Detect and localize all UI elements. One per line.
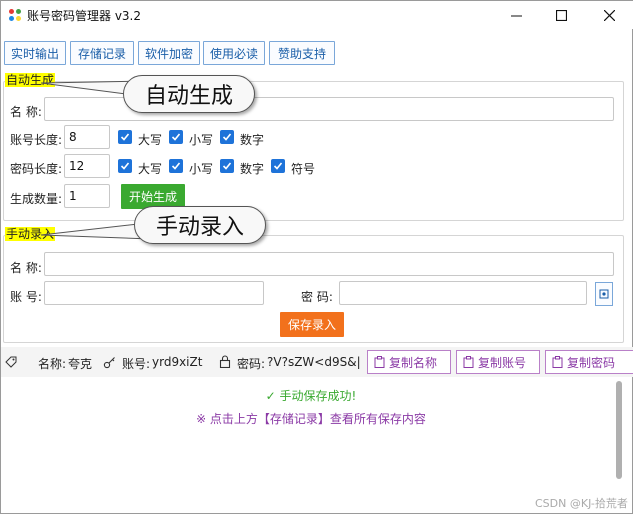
save-entry-button[interactable]: 保存录入 <box>280 312 344 337</box>
result-password-label: 密码: <box>237 357 266 371</box>
maximize-icon <box>555 9 567 21</box>
generate-count-input[interactable]: 1 <box>64 184 110 208</box>
app-window: 账号密码管理器 v3.2 实时输出 存储记录 软件加密 使用必读 赞助支持 自动… <box>0 0 633 514</box>
manual-account-label: 账 号: <box>10 290 42 304</box>
title-bar: 账号密码管理器 v3.2 <box>1 1 633 29</box>
tag-icon <box>5 356 17 368</box>
storage-records-button[interactable]: 存储记录 <box>70 41 134 65</box>
check-icon <box>120 133 130 141</box>
account-digit-checkbox[interactable] <box>220 130 234 144</box>
check-icon <box>171 133 181 141</box>
eye-icon <box>599 289 609 299</box>
show-password-button[interactable] <box>595 282 613 306</box>
auto-name-label: 名 称: <box>10 105 42 119</box>
sponsor-button[interactable]: 赞助支持 <box>269 41 335 65</box>
close-button[interactable] <box>586 3 632 27</box>
result-name-value: 夸克 <box>68 357 93 371</box>
result-password-value: ?V?sZW<d9S&| <box>267 355 361 369</box>
account-lower-checkbox[interactable] <box>169 130 183 144</box>
result-row: 名称: 夸克 账号: yrd9xiZt 密码: ?V?sZW<d9S&| 复制名… <box>1 347 633 377</box>
generate-count-label: 生成数量: <box>10 192 63 206</box>
password-lower-checkbox[interactable] <box>169 159 183 173</box>
account-digit-label: 数字 <box>240 133 265 147</box>
lock-icon <box>219 355 231 368</box>
copy-name-button[interactable]: 复制名称 <box>367 350 451 374</box>
account-upper-checkbox[interactable] <box>118 130 132 144</box>
minimize-icon <box>510 15 522 16</box>
scrollbar-thumb[interactable] <box>616 381 622 479</box>
manual-name-label: 名 称: <box>10 261 42 275</box>
manual-entry-callout: 手动录入 <box>134 206 266 244</box>
save-success-message: ✓ 手动保存成功! <box>1 387 621 404</box>
realtime-output-button[interactable]: 实时输出 <box>4 41 66 65</box>
copy-name-label: 复制名称 <box>389 355 438 370</box>
check-icon <box>171 162 181 170</box>
copy-password-button[interactable]: 复制密码 <box>545 350 633 374</box>
check-icon <box>222 133 232 141</box>
save-success-text: 手动保存成功! <box>279 389 357 403</box>
account-upper-label: 大写 <box>138 133 163 147</box>
clipboard-icon <box>552 356 563 368</box>
manual-password-input[interactable] <box>339 281 587 305</box>
manual-name-input[interactable] <box>44 252 614 276</box>
clipboard-icon <box>374 356 385 368</box>
result-name-label: 名称: <box>38 357 67 371</box>
account-lower-label: 小写 <box>189 133 214 147</box>
manual-password-label: 密 码: <box>301 290 333 304</box>
watermark: CSDN @KJ-拾荒者 <box>535 497 628 510</box>
account-length-label: 账号长度: <box>10 133 63 147</box>
result-account-label: 账号: <box>122 357 151 371</box>
account-length-input[interactable]: 8 <box>64 125 110 149</box>
window-title: 账号密码管理器 v3.2 <box>27 9 142 23</box>
software-encrypt-button[interactable]: 软件加密 <box>138 41 200 65</box>
clipboard-icon <box>463 356 474 368</box>
password-symbol-label: 符号 <box>291 162 316 176</box>
storage-tip-message: ※ 点击上方【存储记录】查看所有保存内容 <box>196 412 426 426</box>
manual-account-input[interactable] <box>44 281 264 305</box>
check-icon <box>273 162 283 170</box>
app-logo-icon <box>9 9 23 23</box>
output-scrollbar[interactable] <box>614 377 624 487</box>
check-icon <box>222 162 232 170</box>
minimize-button[interactable] <box>493 3 539 27</box>
password-length-input[interactable]: 12 <box>64 154 110 178</box>
password-lower-label: 小写 <box>189 162 214 176</box>
key-icon <box>103 357 115 369</box>
password-digit-label: 数字 <box>240 162 265 176</box>
check-icon <box>120 162 130 170</box>
copy-account-label: 复制账号 <box>478 355 527 370</box>
auto-generate-callout: 自动生成 <box>123 75 255 113</box>
maximize-button[interactable] <box>538 3 584 27</box>
password-upper-checkbox[interactable] <box>118 159 132 173</box>
password-digit-checkbox[interactable] <box>220 159 234 173</box>
close-icon <box>603 9 615 21</box>
password-symbol-checkbox[interactable] <box>271 159 285 173</box>
must-read-button[interactable]: 使用必读 <box>203 41 265 65</box>
check-icon: ✓ <box>265 389 280 403</box>
copy-password-label: 复制密码 <box>567 355 616 370</box>
result-account-value: yrd9xiZt <box>152 355 203 369</box>
password-upper-label: 大写 <box>138 162 163 176</box>
copy-account-button[interactable]: 复制账号 <box>456 350 540 374</box>
password-length-label: 密码长度: <box>10 162 63 176</box>
